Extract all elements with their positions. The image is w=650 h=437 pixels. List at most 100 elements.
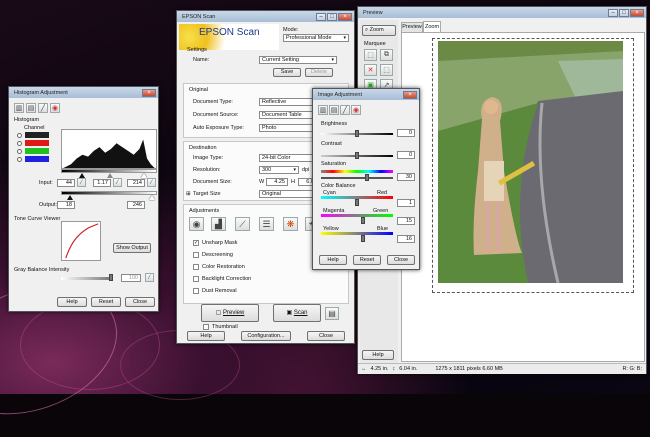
color-wheel-icon[interactable]: ◉	[351, 105, 361, 115]
preview-canvas[interactable]	[401, 32, 645, 362]
histogram-window: Histogram Adjustment × ▥ ▤ ╱ ◉ Histogram …	[8, 86, 159, 312]
target-size-label: Target Size	[193, 191, 221, 197]
output-low-field[interactable]: 18	[57, 201, 75, 209]
backlight-correction-checkbox[interactable]	[193, 276, 199, 282]
levels-icon[interactable]: ▤	[26, 103, 36, 113]
scan-button[interactable]: ▣ Scan	[273, 304, 321, 322]
thumbnail-checkbox[interactable]	[203, 324, 209, 330]
yellow-blue-slider[interactable]	[361, 235, 365, 242]
close-icon[interactable]: ×	[403, 90, 417, 99]
brightness-slider[interactable]	[355, 130, 359, 137]
histogram-close-button[interactable]: Close	[125, 297, 155, 307]
saturation-field[interactable]: 30	[397, 173, 415, 181]
marquee-select-icon[interactable]: ⬚	[380, 64, 393, 76]
image-adjust-help-button[interactable]: Help	[319, 255, 347, 265]
preview-help-button[interactable]: Help	[362, 350, 394, 360]
magenta-green-slider[interactable]	[361, 217, 365, 224]
maximize-icon[interactable]: □	[327, 12, 337, 21]
color-palette-icon[interactable]: ❋	[283, 217, 298, 231]
configuration-button[interactable]: Configuration...	[241, 331, 291, 341]
input-highlight-field[interactable]: 214	[127, 179, 145, 187]
contrast-slider[interactable]	[355, 152, 359, 159]
eyedropper-white-icon[interactable]: ⁄	[147, 178, 156, 187]
maximize-icon[interactable]: □	[619, 8, 629, 17]
eyedropper-gray-icon[interactable]: ⁄	[113, 178, 122, 187]
output-high-field[interactable]: 246	[127, 201, 145, 209]
histogram-adjust-icon[interactable]: ▟	[211, 217, 226, 231]
cyan-red-slider[interactable]	[355, 199, 359, 206]
save-settings-button[interactable]: Save	[273, 68, 301, 77]
brightness-field[interactable]: 0	[397, 129, 415, 137]
histogram-icon[interactable]: ▥	[14, 103, 24, 113]
marquee-delete-icon[interactable]: ✕	[364, 64, 377, 76]
doc-width-field[interactable]: 4.25	[266, 178, 288, 186]
saturation-slider[interactable]	[365, 174, 369, 181]
histogram-titlebar[interactable]: Histogram Adjustment ×	[9, 87, 158, 98]
resolution-select[interactable]: 300	[259, 166, 299, 174]
file-save-icon[interactable]: ▤	[325, 307, 339, 320]
histogram-reset-button[interactable]: Reset	[91, 297, 121, 307]
minimize-icon[interactable]: –	[316, 12, 326, 21]
color-wheel-icon[interactable]: ◉	[50, 103, 60, 113]
input-gamma-field[interactable]: 1.17	[93, 179, 111, 187]
output-low-handle[interactable]	[67, 195, 73, 200]
gray-balance-field[interactable]: 100	[121, 274, 141, 282]
resolution-unit: dpi	[302, 167, 310, 173]
eyedropper-black-icon[interactable]: ⁄	[77, 178, 86, 187]
magenta-green-field[interactable]: 15	[397, 217, 415, 225]
mode-select[interactable]: Professional Mode	[283, 34, 349, 42]
gray-balance-eyedropper-icon[interactable]: ⁄	[145, 273, 154, 282]
histogram-label: Histogram	[14, 117, 40, 123]
close-icon[interactable]: ×	[142, 88, 156, 97]
contrast-field[interactable]: 0	[397, 151, 415, 159]
tab-zoom[interactable]: Zoom	[423, 21, 441, 32]
channel-red-radio[interactable]	[17, 141, 22, 146]
yellow-blue-field[interactable]: 16	[397, 235, 415, 243]
close-icon[interactable]: ×	[338, 12, 352, 21]
cyan-red-field[interactable]: 1	[397, 199, 415, 207]
marquee-copy-icon[interactable]: ⧉	[380, 49, 393, 61]
channel-rgb-radio[interactable]	[17, 133, 22, 138]
preview-status-bar: ↔ 4.25 in. ↕ 6.04 in. 1275 x 1811 pixels 6…	[358, 363, 646, 374]
preview-titlebar[interactable]: Preview – □ ×	[358, 7, 646, 18]
minimize-icon[interactable]: –	[608, 8, 618, 17]
image-adjust-close-button[interactable]: Close	[387, 255, 415, 265]
image-adjust-icon[interactable]: ☰	[259, 217, 274, 231]
close-icon[interactable]: ×	[630, 8, 644, 17]
histogram-help-button[interactable]: Help	[57, 297, 87, 307]
settings-name-select[interactable]: Current Setting	[259, 56, 337, 64]
marquee-add-icon[interactable]: ⬚	[364, 49, 377, 61]
gray-balance-label: Gray Balance Intensity	[14, 267, 70, 273]
epson-title: EPSON Scan	[182, 13, 216, 20]
tab-preview[interactable]: Preview	[401, 22, 423, 32]
auto-exposure-icon[interactable]: ◉	[189, 217, 204, 231]
unsharp-mask-checkbox[interactable]: ✓	[193, 240, 199, 246]
zoom-button[interactable]: ⌕ Zoom	[362, 25, 396, 36]
image-adjust-titlebar[interactable]: Image Adjustment ×	[313, 89, 419, 100]
gray-balance-slider[interactable]	[109, 274, 113, 281]
target-size-expand-icon[interactable]: ⊞	[186, 191, 191, 197]
curve-icon[interactable]: ╱	[38, 103, 48, 113]
tone-correction-icon[interactable]: ⟋	[235, 217, 250, 231]
delete-settings-button[interactable]: Delete	[305, 68, 333, 77]
histogram-icon[interactable]: ▥	[318, 105, 328, 115]
preview-button[interactable]: ▢ Preview	[201, 304, 259, 322]
curve-icon[interactable]: ╱	[340, 105, 350, 115]
descreening-checkbox[interactable]	[193, 252, 199, 258]
channel-green-radio[interactable]	[17, 149, 22, 154]
tone-curve-label: Tone Curve Viewer	[14, 216, 61, 222]
status-pixels: 1275 x 1811 pixels 6.60 MB	[435, 366, 503, 372]
color-restoration-checkbox[interactable]	[193, 264, 199, 270]
input-shadow-field[interactable]: 44	[57, 179, 75, 187]
show-output-button[interactable]: Show Output	[113, 243, 151, 253]
output-high-handle[interactable]	[149, 195, 155, 200]
epson-help-button[interactable]: Help	[187, 331, 225, 341]
channel-blue-radio[interactable]	[17, 157, 22, 162]
original-label: Original	[189, 87, 208, 93]
epson-titlebar[interactable]: EPSON Scan – □ ×	[177, 11, 354, 22]
dust-removal-checkbox[interactable]	[193, 288, 199, 294]
resolution-label: Resolution:	[193, 167, 221, 173]
epson-close-button[interactable]: Close	[307, 331, 345, 341]
image-adjust-reset-button[interactable]: Reset	[353, 255, 381, 265]
levels-icon[interactable]: ▤	[329, 105, 339, 115]
